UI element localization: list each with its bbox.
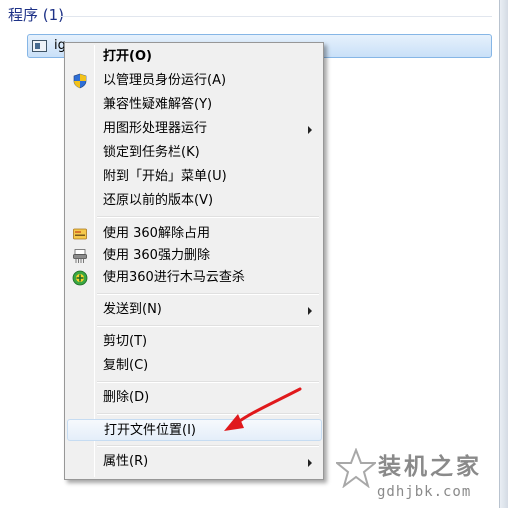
star-logo-icon (336, 448, 376, 488)
watermark: 装机之家 gdhjbk.com (336, 446, 500, 506)
watermark-title: 装机之家 (378, 453, 482, 480)
annotation-arrow-icon (224, 387, 302, 431)
watermark-url: gdhjbk.com (377, 484, 472, 500)
